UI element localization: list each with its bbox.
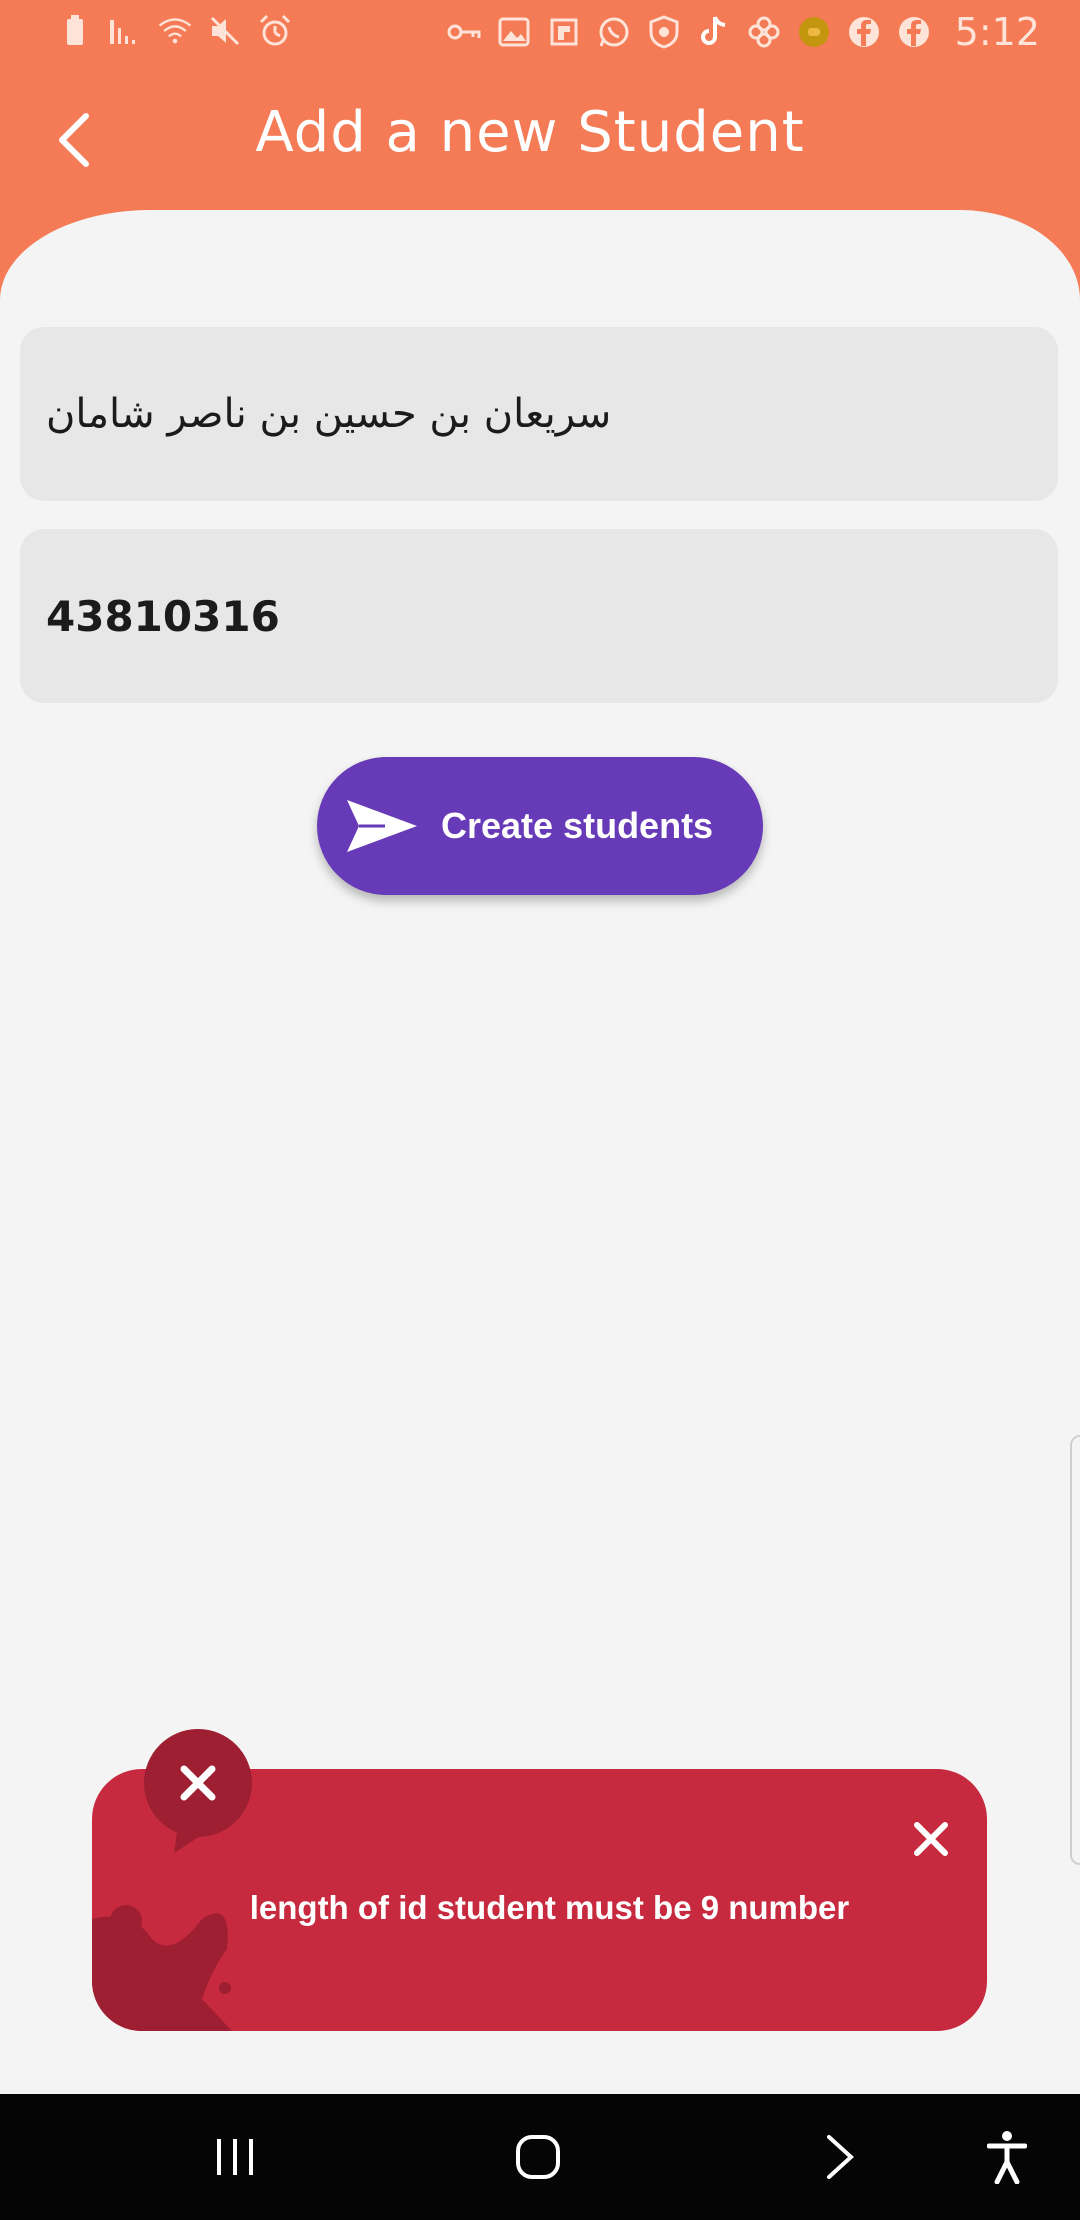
system-nav-bar <box>0 2094 1080 2220</box>
create-students-button[interactable]: Create students <box>317 757 763 895</box>
tiktok-icon <box>697 15 731 49</box>
accessibility-icon <box>987 2131 1027 2184</box>
shield-icon <box>647 15 681 49</box>
status-right-icons: 5:12 <box>447 10 1040 54</box>
app-icon <box>797 15 831 49</box>
close-icon[interactable] <box>911 1819 951 1859</box>
create-students-label: Create students <box>441 805 714 846</box>
page-title: Add a new Student <box>255 100 805 165</box>
error-bubble-icon <box>144 1729 252 1853</box>
battery-icon <box>58 14 92 48</box>
facebook-icon <box>847 15 881 49</box>
student-name-input[interactable] <box>44 390 1034 438</box>
whatsapp-icon <box>597 15 631 49</box>
home-button[interactable] <box>503 2124 573 2190</box>
settings-flower-icon <box>747 15 781 49</box>
status-left-icons <box>58 14 292 48</box>
screen: 5:12 Add a new Student Create students l… <box>0 0 1080 2220</box>
edge-panel-handle[interactable] <box>1070 1435 1080 1865</box>
status-time: 5:12 <box>954 10 1040 54</box>
home-icon <box>516 2135 560 2179</box>
facebook-icon <box>897 15 931 49</box>
back-nav-button[interactable] <box>805 2124 875 2190</box>
signal-icon <box>108 14 142 48</box>
student-id-input[interactable] <box>44 590 1034 642</box>
student-name-field[interactable] <box>20 327 1058 501</box>
accessibility-button[interactable] <box>972 2124 1042 2190</box>
gallery-icon <box>497 15 531 49</box>
mute-icon <box>208 14 242 48</box>
send-icon <box>347 800 417 852</box>
recents-icon <box>217 2139 253 2175</box>
back-icon <box>827 2135 854 2179</box>
flipboard-icon <box>547 15 581 49</box>
wifi-icon <box>158 14 192 48</box>
recents-button[interactable] <box>200 2124 270 2190</box>
student-id-field[interactable] <box>20 529 1058 703</box>
status-bar: 5:12 <box>0 0 1080 64</box>
vpn-key-icon <box>447 15 481 49</box>
snackbar-message: length of id student must be 9 number <box>249 1889 850 1926</box>
alarm-icon <box>258 14 292 48</box>
